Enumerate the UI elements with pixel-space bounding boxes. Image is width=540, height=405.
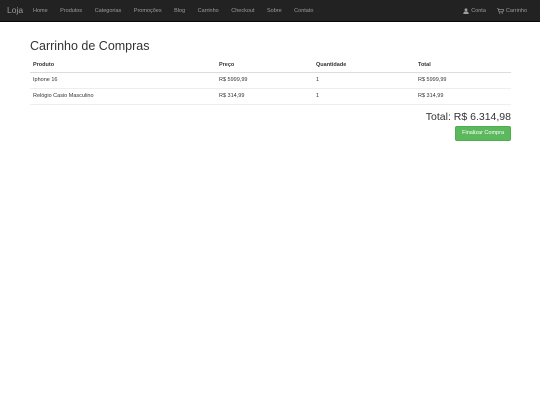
top-navbar: Loja Home Produtos Categorias Promoções … [0,0,540,22]
nav-link-promocoes[interactable]: Promoções [134,0,162,22]
cart-link[interactable]: Carrinho [496,0,527,22]
nav-link-categorias[interactable]: Categorias [95,0,122,22]
nav-link-checkout[interactable]: Checkout [231,0,254,22]
cell-price: R$ 5999,99 [216,72,313,89]
cart-label: Carrinho [505,8,527,14]
table-row: Iphone 16 R$ 5999,99 1 R$ 5999,99 [30,72,511,89]
account-nav: Conta Carrinho [452,0,527,22]
cell-total: R$ 5999,99 [415,72,511,89]
user-icon [463,8,469,14]
header-quantidade: Quantidade [313,58,415,73]
account-label: Conta [471,8,486,14]
cell-total: R$ 314,99 [415,88,511,105]
brand-link[interactable]: Loja [7,5,23,16]
cart-summary: Total: R$ 6.314,98 Finalizar Compra [426,111,511,141]
grand-total: Total: R$ 6.314,98 [425,111,511,123]
nav-link-sobre[interactable]: Sobre [267,0,282,22]
cell-product-name: Iphone 16 [30,72,216,89]
cart-table: Produto Preço Quantidade Total Iphone 16… [30,58,511,105]
table-header-row: Produto Preço Quantidade Total [30,58,511,73]
cell-product-name: Relógio Casio Masculino [30,88,216,105]
cell-quantity: 1 [313,72,415,89]
cell-quantity: 1 [313,88,415,105]
cell-price: R$ 314,99 [216,88,313,105]
nav-link-carrinho[interactable]: Carrinho [198,0,219,22]
main-nav: Home Produtos Categorias Promoções Blog … [33,0,326,22]
nav-link-home[interactable]: Home [33,0,48,22]
page-title: Carrinho de Compras [30,39,150,53]
nav-link-blog[interactable]: Blog [174,0,185,22]
main-content: Carrinho de Compras Produto Preço Quanti… [30,38,511,141]
header-total: Total [415,58,511,73]
header-produto: Produto [30,58,216,73]
nav-link-contato[interactable]: Contato [294,0,313,22]
table-row: Relógio Casio Masculino R$ 314,99 1 R$ 3… [30,88,511,105]
account-link[interactable]: Conta [463,0,486,22]
cart-icon [496,8,504,14]
header-preco: Preço [216,58,313,73]
nav-link-produtos[interactable]: Produtos [60,0,82,22]
checkout-button[interactable]: Finalizar Compra [455,126,511,141]
